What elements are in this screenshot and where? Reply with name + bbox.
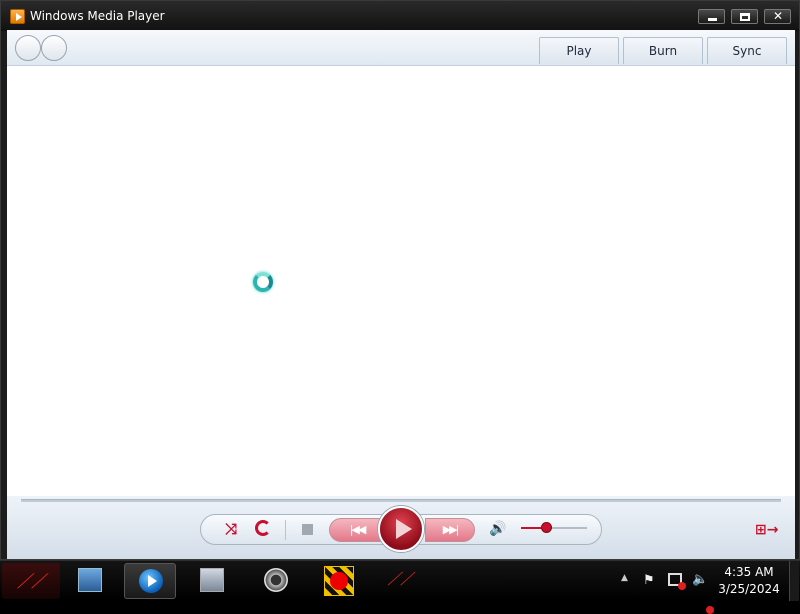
- close-button[interactable]: ✕: [764, 9, 791, 24]
- clock[interactable]: 4:35 AM 3/25/2024: [712, 564, 786, 604]
- repeat-icon[interactable]: [255, 520, 271, 536]
- network-disconnected-icon[interactable]: [668, 573, 686, 590]
- rog-start-orb[interactable]: ⟋⟋: [2, 563, 60, 599]
- playback-controls: ⤨ |◀◀ ▶▶| 🔊 ⊞→: [7, 496, 795, 559]
- shuffle-icon[interactable]: ⤨: [225, 520, 237, 538]
- toolbar: Play Burn Sync: [7, 30, 795, 66]
- close-icon: ✕: [773, 9, 784, 23]
- minimize-icon: [708, 18, 717, 21]
- clock-date: 3/25/2024: [718, 582, 780, 596]
- camera-icon: [264, 568, 288, 592]
- seek-bar[interactable]: [21, 499, 781, 502]
- clock-time: 4:35 AM: [724, 565, 774, 579]
- taskbar-explorer[interactable]: [64, 563, 116, 599]
- window-title: Windows Media Player: [30, 9, 165, 23]
- play-button[interactable]: [378, 506, 424, 552]
- forward-button[interactable]: [41, 35, 67, 61]
- taskbar-windows-media-player[interactable]: [124, 563, 176, 599]
- maximize-button[interactable]: [731, 9, 758, 24]
- busy-spinner-icon: [253, 272, 273, 292]
- taskbar-camera[interactable]: [250, 563, 302, 599]
- title-bar[interactable]: Windows Media Player ✕: [1, 1, 799, 31]
- next-icon: ▶▶|: [442, 523, 460, 536]
- previous-icon: |◀◀: [349, 523, 367, 536]
- previous-button[interactable]: |◀◀: [329, 518, 385, 542]
- volume-slider[interactable]: [521, 527, 587, 529]
- minimize-button[interactable]: [698, 9, 725, 24]
- show-hidden-icons-arrow[interactable]: ▲: [621, 573, 628, 613]
- switch-to-now-playing-icon[interactable]: ⊞→: [755, 522, 778, 538]
- maximize-icon: [740, 13, 750, 21]
- windows-media-player-icon: [139, 569, 163, 593]
- taskbar-screen-recorder[interactable]: [312, 563, 364, 599]
- wmp-app-icon[interactable]: [10, 9, 25, 24]
- screen-recorder-icon: [324, 566, 354, 596]
- divider: [285, 520, 286, 540]
- taskbar-remote-desktop[interactable]: [186, 563, 238, 599]
- action-center-flag-icon[interactable]: ⚑: [643, 573, 655, 613]
- wmp-window: Windows Media Player ✕ Play Burn Sync ⤨ …: [0, 0, 800, 560]
- tab-burn[interactable]: Burn: [623, 37, 703, 64]
- tab-play[interactable]: Play: [539, 37, 619, 64]
- volume-muted-icon[interactable]: 🔈: [692, 572, 715, 614]
- library-content-pane[interactable]: [7, 66, 795, 496]
- show-desktop-button[interactable]: [789, 561, 799, 601]
- next-button[interactable]: ▶▶|: [425, 518, 475, 542]
- taskbar-rog[interactable]: ⟋⟋: [374, 563, 426, 599]
- remote-desktop-icon: [200, 568, 224, 592]
- stop-icon[interactable]: [302, 524, 313, 535]
- taskbar: ⟋⟋ ⟋⟋ ▲ ⚑ 🔈 4:35 AM 3/25/2024: [0, 560, 800, 614]
- tab-sync[interactable]: Sync: [707, 37, 787, 64]
- volume-icon[interactable]: 🔊: [489, 521, 506, 537]
- explorer-icon: [78, 568, 102, 592]
- rog-icon: ⟋⟋: [387, 569, 413, 590]
- back-button[interactable]: [15, 35, 41, 61]
